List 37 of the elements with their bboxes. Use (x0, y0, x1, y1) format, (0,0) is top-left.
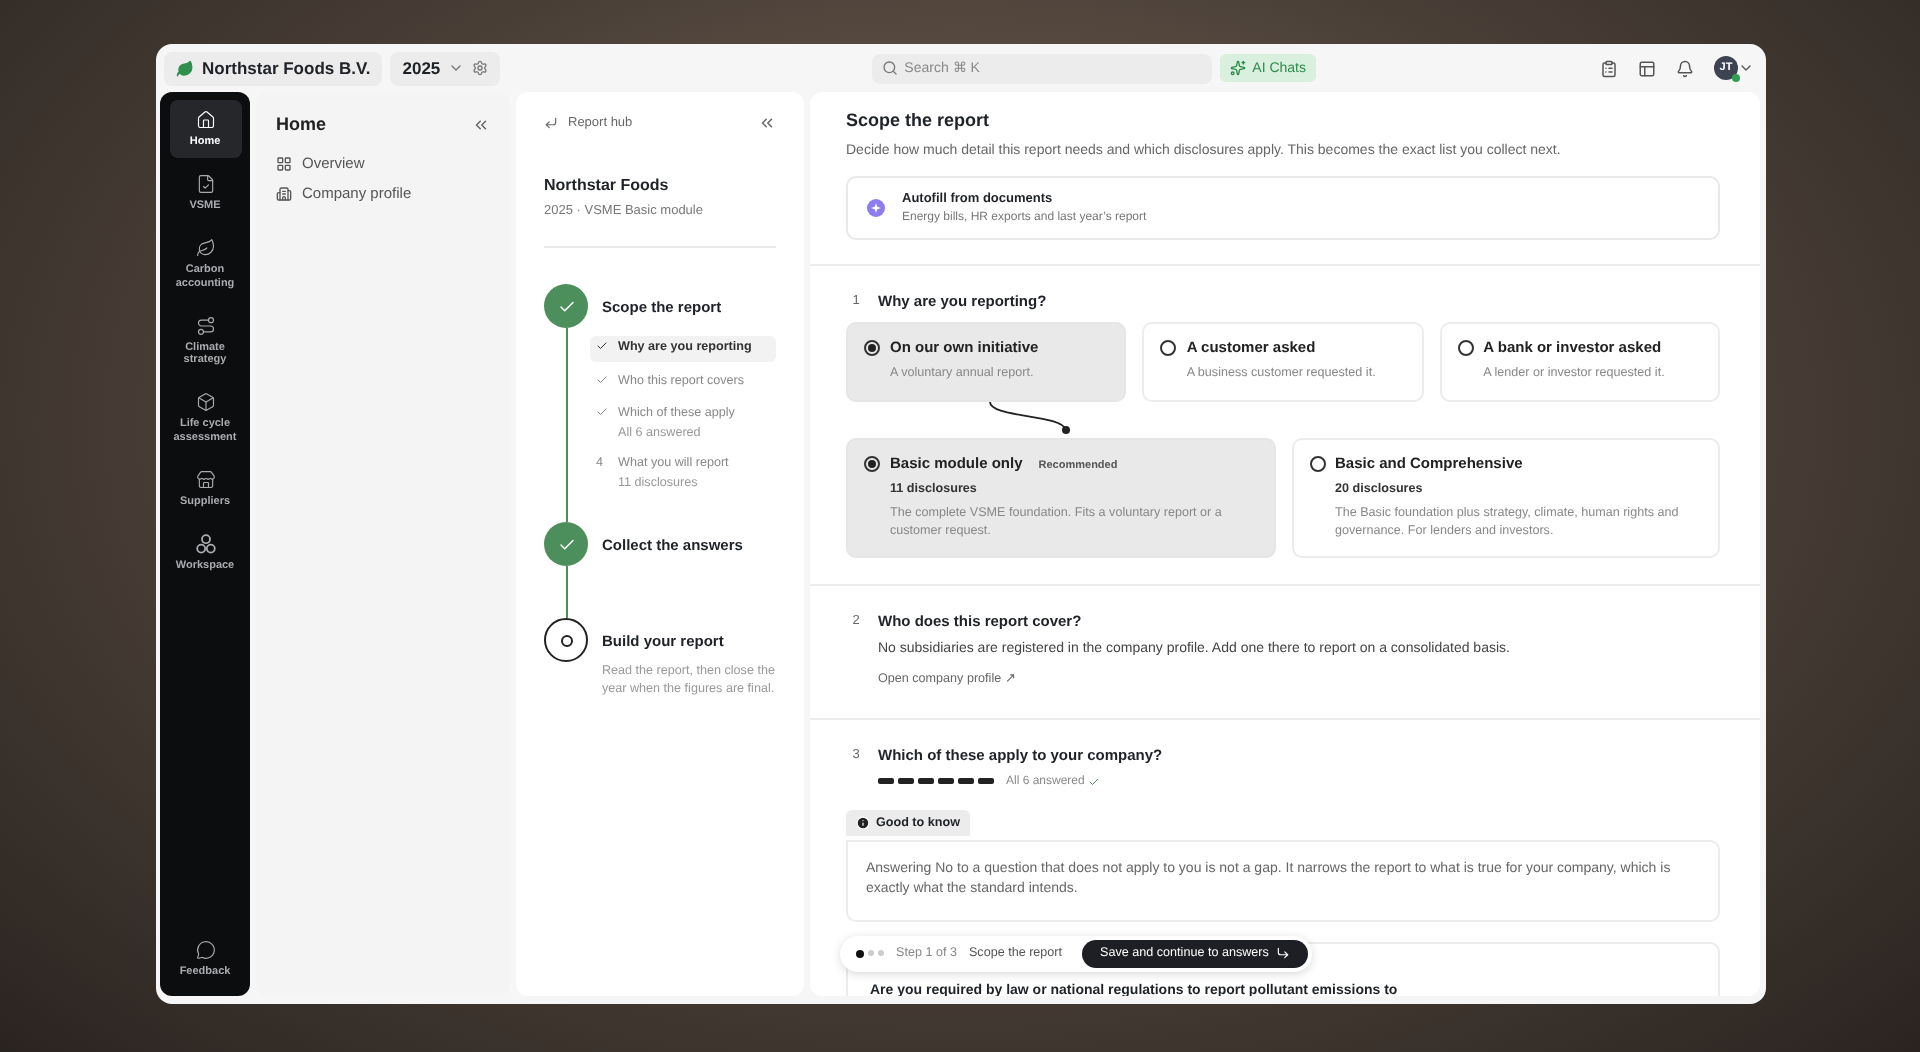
circles-icon (195, 533, 215, 554)
windows-icon[interactable] (1638, 59, 1656, 77)
collapse-icon[interactable] (758, 114, 776, 132)
house-icon (195, 110, 215, 130)
panel-title: Home (276, 114, 327, 134)
ai-badge-icon (866, 198, 886, 218)
box-icon (195, 392, 215, 413)
clipboard-icon[interactable] (1600, 59, 1618, 77)
leaf-icon (176, 59, 194, 77)
bell-icon[interactable] (1676, 59, 1694, 77)
chat-bubble-icon (195, 940, 215, 961)
page-title: Scope the report (846, 110, 992, 130)
chevron-down-icon (448, 60, 465, 76)
return-icon (1276, 946, 1291, 961)
leaf-icon (195, 237, 215, 258)
building-icon (276, 185, 292, 201)
document-check-icon (195, 173, 215, 194)
store-icon (195, 470, 215, 490)
return-icon (544, 116, 558, 130)
grid-icon (276, 155, 292, 171)
step-dot[interactable] (856, 949, 864, 958)
step-dot[interactable] (868, 950, 874, 957)
organization-selector[interactable]: Northstar Foods B.V. (164, 51, 383, 85)
check-icon (1088, 775, 1101, 788)
chevron-down-icon[interactable] (1738, 60, 1754, 76)
check-icon (596, 340, 608, 352)
route-icon (195, 315, 215, 335)
step-dot[interactable] (878, 950, 884, 957)
info-icon (856, 815, 870, 830)
collapse-icon[interactable] (472, 115, 490, 133)
company-name: Northstar Foods (544, 176, 671, 194)
check-icon (596, 406, 608, 419)
year-selector[interactable]: 2025 (390, 51, 501, 85)
check-icon (596, 373, 608, 386)
settings-icon (472, 60, 489, 76)
sparkle-icon (1230, 60, 1247, 76)
search-icon (882, 60, 899, 76)
